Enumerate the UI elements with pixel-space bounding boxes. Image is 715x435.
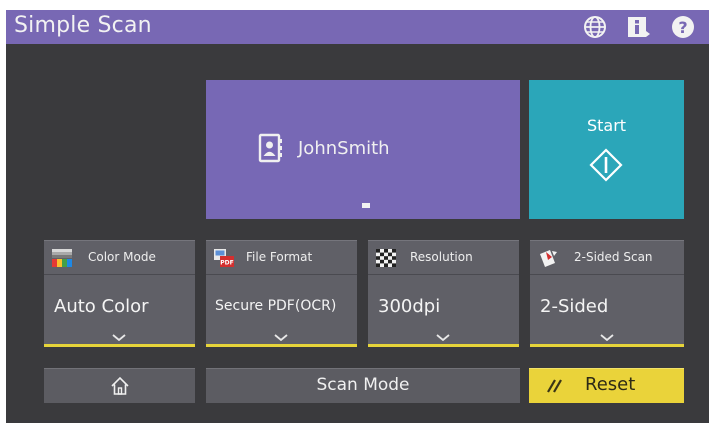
color-mode-value: Auto Color [54,296,149,317]
scan-mode-button[interactable]: Scan Mode [206,368,520,403]
title-bar: Simple Scan ? [6,10,709,44]
file-format-value: Secure PDF(OCR) [215,298,337,314]
address-book-icon [258,133,282,163]
two-sided-scan-icon [540,250,557,267]
start-button[interactable]: Start [529,80,684,219]
file-format-card[interactable]: PDF File Format Secure PDF(OCR) [206,240,357,347]
resolution-card[interactable]: Resolution 300dpi [368,240,519,347]
globe-icon[interactable] [582,14,608,40]
two-sided-scan-label: 2-Sided Scan [574,250,653,264]
two-sided-scan-card[interactable]: 2-Sided Scan 2-Sided [530,240,684,347]
home-button[interactable] [44,368,195,403]
selection-bar [368,344,519,347]
chevron-down-icon [274,334,288,341]
reset-label: Reset [585,374,636,395]
file-format-label: File Format [246,250,313,264]
start-diamond-icon [589,148,623,182]
file-format-icon: PDF [214,249,234,267]
chevron-down-icon [600,334,614,341]
eraser-icon [547,379,562,393]
destination-name: JohnSmith [298,138,390,159]
destination-button[interactable]: JohnSmith [206,80,520,219]
selection-bar [44,344,195,347]
color-mode-header: Color Mode [44,241,195,275]
selection-bar [530,344,684,347]
info-icon[interactable] [625,14,651,40]
app-title: Simple Scan [14,13,152,38]
color-mode-label: Color Mode [88,250,156,264]
color-mode-card[interactable]: Color Mode Auto Color [44,240,195,347]
resolution-header: Resolution [368,241,519,275]
two-sided-scan-header: 2-Sided Scan [530,241,684,275]
resolution-label: Resolution [410,250,473,264]
scan-mode-label: Scan Mode [316,375,410,395]
resolution-value: 300dpi [378,296,441,317]
resolution-icon [376,249,396,267]
color-mode-icon [52,249,72,267]
help-icon[interactable]: ? [670,14,696,40]
two-sided-scan-value: 2-Sided [540,296,609,317]
chevron-down-icon [112,334,126,341]
chevron-down-icon [436,334,450,341]
file-format-header: PDF File Format [206,241,357,275]
selection-bar [206,344,357,347]
scanner-screen: Simple Scan ? JohnSmith Start Color Mode… [6,10,709,423]
start-label: Start [586,116,627,135]
reset-button[interactable]: Reset [529,368,684,403]
destination-indicator [362,203,370,208]
svg-text:PDF: PDF [220,260,233,267]
home-icon [111,376,129,395]
svg-text:?: ? [678,18,687,37]
